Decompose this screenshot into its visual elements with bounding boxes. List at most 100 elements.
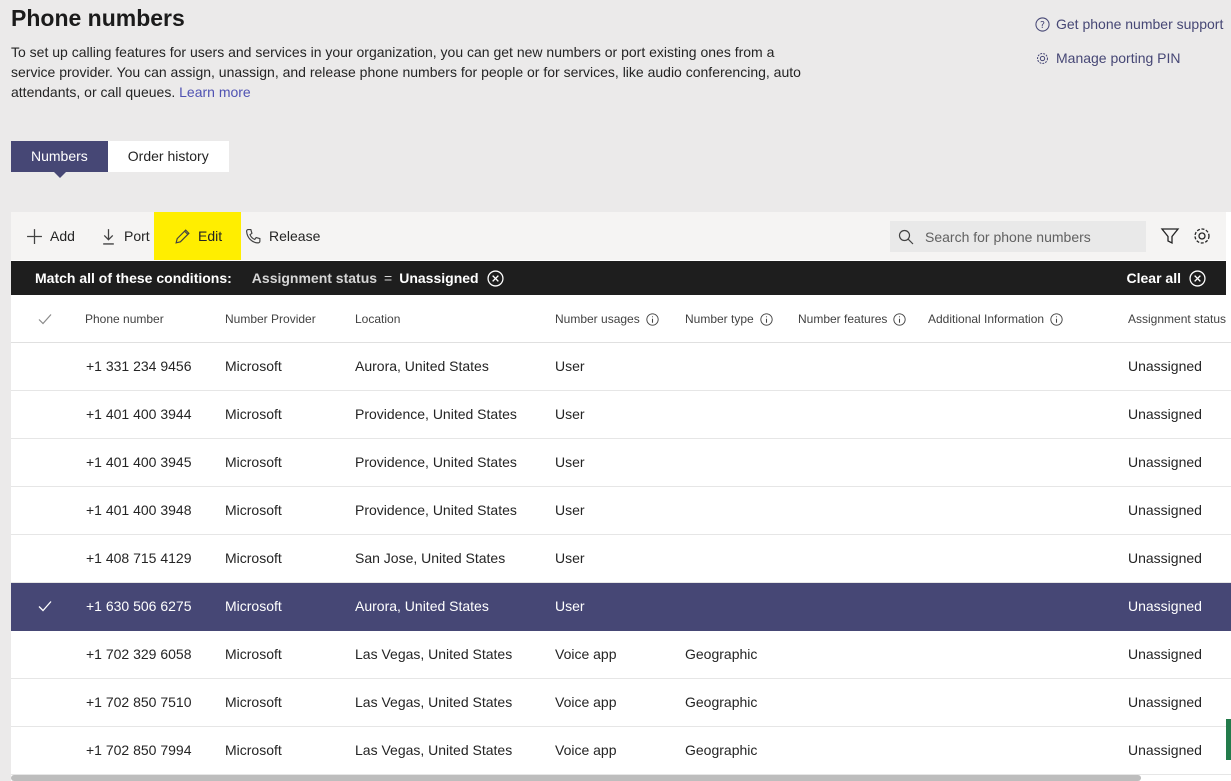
cell-number-type: Geographic: [685, 694, 758, 710]
search-box[interactable]: [890, 221, 1146, 252]
cell-provider: Microsoft: [225, 358, 282, 374]
cell-usage: User: [555, 454, 585, 470]
settings-gear-icon[interactable]: [1192, 226, 1212, 246]
table-row[interactable]: +1 408 715 4129 Microsoft San Jose, Unit…: [11, 535, 1231, 583]
info-icon[interactable]: [760, 312, 773, 326]
column-header-number-provider[interactable]: Number Provider: [225, 296, 316, 342]
cell-phone-number: +1 702 329 6058: [86, 646, 192, 662]
column-header-phone-number[interactable]: Phone number: [85, 296, 164, 342]
add-label: Add: [50, 228, 75, 244]
info-icon[interactable]: [1050, 312, 1063, 326]
table-row[interactable]: +1 702 329 6058 Microsoft Las Vegas, Uni…: [11, 631, 1231, 679]
table-row[interactable]: +1 331 234 9456 Microsoft Aurora, United…: [11, 343, 1231, 391]
filter-icon[interactable]: [1160, 226, 1180, 246]
cell-provider: Microsoft: [225, 406, 282, 422]
cell-assignment-status: Unassigned: [1128, 742, 1202, 758]
port-label: Port: [124, 228, 150, 244]
column-label: Location: [355, 312, 401, 326]
get-support-label: Get phone number support: [1056, 16, 1224, 32]
column-header-additional-information[interactable]: Additional Information: [928, 296, 1063, 342]
cell-usage: Voice app: [555, 646, 617, 662]
column-label: Number Provider: [225, 312, 316, 326]
cell-location: Las Vegas, United States: [355, 694, 513, 710]
horizontal-scrollbar[interactable]: [11, 775, 1141, 781]
column-label: Additional Information: [928, 312, 1045, 326]
cell-phone-number: +1 630 506 6275: [86, 598, 192, 614]
tab-bar: Numbers Order history: [11, 141, 229, 178]
phone-number-list: +1 331 234 9456 Microsoft Aurora, United…: [11, 343, 1231, 775]
column-label: Assignment status: [1128, 312, 1227, 326]
row-checkmark-icon[interactable]: [37, 598, 53, 614]
filter-match-label: Match all of these conditions:: [35, 270, 232, 286]
learn-more-link[interactable]: Learn more: [179, 84, 251, 100]
manage-porting-pin-link[interactable]: Manage porting PIN: [1035, 50, 1181, 66]
search-icon: [898, 229, 914, 244]
release-button[interactable]: Release: [245, 212, 320, 260]
table-row[interactable]: +1 401 400 3944 Microsoft Providence, Un…: [11, 391, 1231, 439]
table-row[interactable]: +1 702 850 7994 Microsoft Las Vegas, Uni…: [11, 727, 1231, 775]
cell-provider: Microsoft: [225, 694, 282, 710]
cell-provider: Microsoft: [225, 502, 282, 518]
cell-usage: User: [555, 502, 585, 518]
cell-provider: Microsoft: [225, 598, 282, 614]
cell-location: Las Vegas, United States: [355, 742, 513, 758]
cell-location: Providence, United States: [355, 502, 517, 518]
cell-phone-number: +1 401 400 3948: [86, 502, 192, 518]
cell-assignment-status: Unassigned: [1128, 502, 1202, 518]
page-title: Phone numbers: [11, 5, 185, 31]
cell-assignment-status: Unassigned: [1128, 454, 1202, 470]
search-input[interactable]: [923, 227, 1137, 246]
cell-assignment-status: Unassigned: [1128, 406, 1202, 422]
cell-phone-number: +1 408 715 4129: [86, 550, 192, 566]
cell-assignment-status: Unassigned: [1128, 598, 1202, 614]
table-row-selected[interactable]: +1 630 506 6275 Microsoft Aurora, United…: [11, 583, 1231, 631]
cell-location: San Jose, United States: [355, 550, 506, 566]
select-all-checkmark-icon[interactable]: [37, 311, 53, 327]
cell-phone-number: +1 702 850 7510: [86, 694, 192, 710]
edit-button[interactable]: Edit: [154, 212, 241, 260]
cell-usage: Voice app: [555, 694, 617, 710]
info-icon[interactable]: [893, 312, 907, 326]
column-header-number-usages[interactable]: Number usages: [555, 296, 659, 342]
page-description: To set up calling features for users and…: [11, 42, 811, 102]
cell-number-type: Geographic: [685, 646, 758, 662]
info-icon[interactable]: [646, 312, 659, 326]
cell-location: Aurora, United States: [355, 358, 489, 374]
cell-assignment-status: Unassigned: [1128, 694, 1202, 710]
cell-usage: User: [555, 406, 585, 422]
pencil-icon: [175, 228, 190, 244]
tab-numbers[interactable]: Numbers: [11, 141, 108, 178]
filter-bar: Match all of these conditions: Assignmen…: [11, 261, 1226, 295]
cell-provider: Microsoft: [225, 742, 282, 758]
cell-usage: User: [555, 598, 585, 614]
cell-provider: Microsoft: [225, 646, 282, 662]
edit-label: Edit: [198, 228, 223, 244]
help-circle-icon: ?: [1035, 16, 1050, 32]
clear-all-button[interactable]: Clear all: [1127, 261, 1206, 295]
numbers-panel: Add Port Edit Release Match all of these…: [11, 212, 1231, 781]
clear-all-icon: [1189, 269, 1206, 287]
cell-location: Providence, United States: [355, 454, 517, 470]
column-header-location[interactable]: Location: [355, 296, 400, 342]
filter-condition-key: Assignment status: [251, 270, 378, 286]
column-label: Phone number: [85, 312, 164, 326]
table-row[interactable]: +1 702 850 7510 Microsoft Las Vegas, Uni…: [11, 679, 1231, 727]
column-header-number-features[interactable]: Number features: [798, 296, 907, 342]
add-button[interactable]: Add: [26, 212, 75, 260]
table-row[interactable]: +1 401 400 3945 Microsoft Providence, Un…: [11, 439, 1231, 487]
gear-icon: [1037, 52, 1048, 64]
tab-order-history[interactable]: Order history: [107, 141, 229, 172]
column-label: Number type: [685, 312, 754, 326]
cell-phone-number: +1 331 234 9456: [86, 358, 192, 374]
cell-provider: Microsoft: [225, 550, 282, 566]
table-row[interactable]: +1 401 400 3948 Microsoft Providence, Un…: [11, 487, 1231, 535]
port-button[interactable]: Port: [100, 212, 150, 260]
cell-assignment-status: Unassigned: [1128, 646, 1202, 662]
column-header-number-type[interactable]: Number type: [685, 296, 773, 342]
column-header-assignment-status[interactable]: Assignment status: [1128, 296, 1226, 342]
side-panel-handle[interactable]: [1226, 719, 1231, 760]
remove-condition-icon[interactable]: [487, 269, 504, 287]
get-support-link[interactable]: ? Get phone number support: [1035, 16, 1223, 32]
cell-phone-number: +1 401 400 3944: [86, 406, 192, 422]
cell-location: Las Vegas, United States: [355, 646, 513, 662]
